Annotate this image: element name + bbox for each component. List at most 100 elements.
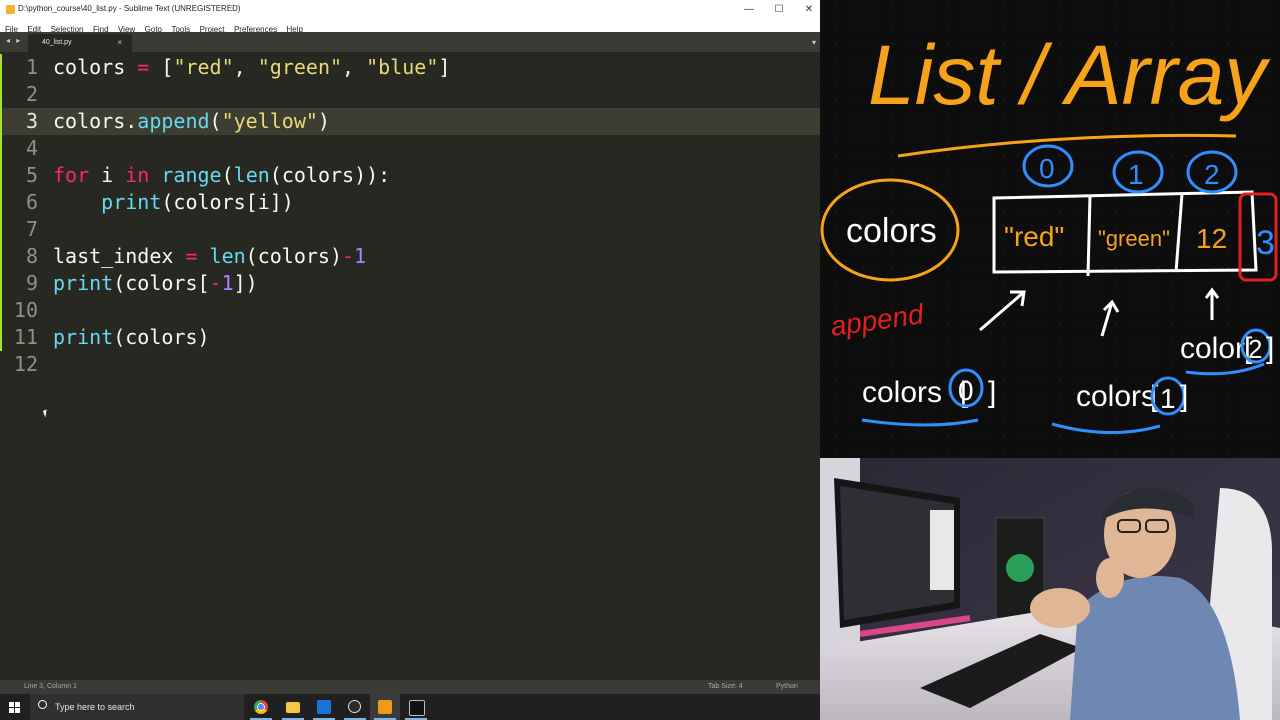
code-token: "green" [257,55,343,79]
line-code[interactable]: colors = ["red", "green", "blue"] [53,54,450,81]
mail-icon[interactable] [309,694,339,720]
line-code[interactable]: last_index = len(colors)-1 [53,243,366,270]
status-position[interactable]: Line 3, Column 1 [24,683,77,690]
code-token: ) [317,109,330,133]
code-token: [ [149,55,174,79]
line-number: 9 [25,271,38,295]
sublime-app-icon [6,5,15,14]
tab-close-icon[interactable]: × [117,38,122,47]
code-token: in [125,163,150,187]
code-token: colors. [53,109,138,133]
code-line[interactable]: 5 for i in range(len(colors)): [0,162,820,189]
taskbar: Type here to search [0,694,820,720]
access-0-text: colors [862,376,942,409]
cell-3: 3 [1256,224,1275,262]
windows-start-icon[interactable] [9,702,20,713]
line-number: 1 [25,55,38,79]
code-token: i [89,163,126,187]
code-line[interactable]: 12 [0,351,820,378]
line-number: 5 [25,163,38,187]
file-explorer-icon[interactable] [278,694,308,720]
maximize-button[interactable]: ☐ [764,2,794,17]
window-title: D:\python_course\40_list.py - Sublime Te… [18,4,241,13]
status-tab-size[interactable]: Tab Size: 4 [708,683,743,690]
code-line[interactable]: 6 print(colors[i]) [0,189,820,216]
sublime-icon[interactable] [370,694,400,720]
code-token: - [209,271,222,295]
menu-bar: File Edit Selection Find View Goto Tools… [0,19,820,34]
code-token: = [137,55,150,79]
search-icon [38,700,47,709]
line-code[interactable]: for i in range(len(colors)): [53,162,390,189]
taskbar-search[interactable]: Type here to search [30,694,244,720]
code-token: "red" [173,55,234,79]
tab-40-list-py[interactable]: 40_list.py × [28,34,132,52]
tab-label: 40_list.py [42,39,72,46]
line-number: 11 [13,325,38,349]
code-token: range [161,163,222,187]
code-token: (colors)): [269,163,391,187]
index-1: 1 [1128,159,1144,190]
line-number: 7 [25,217,38,241]
line-number: 3 [25,109,38,133]
tab-dropdown-icon[interactable]: ▾ [812,38,816,47]
svg-text:]: ] [1180,380,1188,413]
access-2-index: 2 [1248,334,1262,364]
line-number: 12 [13,352,38,376]
code-token: print [53,325,114,349]
cell-1: "green" [1098,226,1170,251]
line-number: 10 [13,298,38,322]
code-token: ( [209,109,222,133]
board-title: List / Array [868,28,1271,122]
variable-name: colors [846,212,937,250]
terminal-icon[interactable] [401,694,431,720]
code-token: last_index [53,244,186,268]
svg-text:]: ] [1266,332,1274,365]
status-syntax[interactable]: Python [776,683,798,690]
tab-nav-arrows[interactable]: ◂ ▸ [6,36,22,45]
code-line[interactable]: 2 [0,81,820,108]
code-token: for [53,163,90,187]
line-number: 2 [25,82,38,106]
line-number: 8 [25,244,38,268]
cell-0: "red" [1004,221,1064,252]
code-token: ( [221,163,234,187]
chrome-icon[interactable] [246,694,276,720]
line-code[interactable]: print(colors) [53,324,210,351]
code-line[interactable]: 3 colors.append("yellow") [0,108,820,135]
code-line[interactable]: 1 colors = ["red", "green", "blue"] [0,54,820,81]
line-code[interactable]: print(colors[i]) [53,189,294,216]
code-editor[interactable]: 1 colors = ["red", "green", "blue"] 2 3 colo… [0,52,820,680]
code-line[interactable]: 8 last_index = len(colors)-1 [0,243,820,270]
line-code[interactable]: print(colors[-1]) [53,270,258,297]
status-bar: Line 3, Column 1 Tab Size: 4 Python [0,680,820,694]
access-1-text: colors [1076,380,1156,413]
code-line[interactable]: 11 print(colors) [0,324,820,351]
index-0: 0 [1039,153,1055,184]
search-placeholder: Type here to search [55,702,135,712]
code-token: ] [438,55,451,79]
obs-icon[interactable] [340,694,370,720]
minimize-button[interactable]: — [734,2,764,17]
code-token: len [233,163,270,187]
code-line[interactable]: 7 [0,216,820,243]
code-line[interactable]: 4 [0,135,820,162]
access-2-text: color [1180,332,1245,365]
code-line[interactable]: 10 [0,297,820,324]
tab-bar: ◂ ▸ 40_list.py × ▾ [0,32,820,52]
code-token: = [185,244,198,268]
line-code[interactable]: colors.append("yellow") [53,108,330,135]
index-2: 2 [1204,159,1220,190]
code-token: colors [53,55,138,79]
code-token: - [342,244,355,268]
code-token: append [137,109,210,133]
cell-2: 12 [1196,223,1227,254]
access-1-index: 1 [1160,383,1176,414]
code-token: (colors) [113,325,210,349]
code-line[interactable]: 9 print(colors[-1]) [0,270,820,297]
sublime-window: D:\python_course\40_list.py - Sublime Te… [0,0,820,694]
code-token: (colors) [245,244,342,268]
code-token: len [209,244,246,268]
